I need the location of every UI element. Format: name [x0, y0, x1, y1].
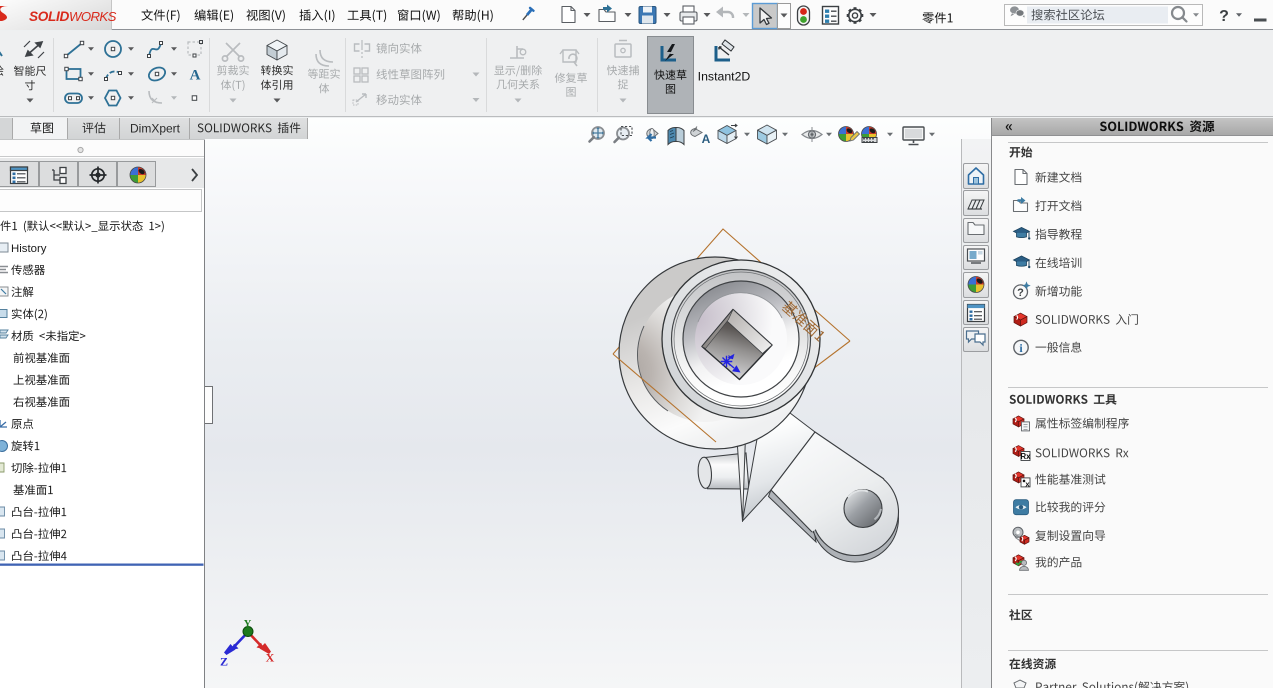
svg-text:SOLID: SOLID [29, 9, 70, 24]
svg-text:Instant2D: Instant2D [698, 69, 751, 83]
svg-text:Z: Z [220, 654, 228, 668]
svg-text:?: ? [1017, 287, 1024, 299]
svg-text:DimXpert: DimXpert [130, 121, 181, 135]
svg-text:A: A [190, 67, 201, 83]
svg-text:A: A [702, 132, 711, 146]
svg-text:?: ? [1219, 8, 1229, 25]
svg-text:Y: Y [244, 619, 252, 630]
svg-text:Rx: Rx [1020, 452, 1031, 461]
svg-text:History: History [11, 243, 47, 255]
svg-text:WORKS: WORKS [69, 9, 117, 24]
svg-text:X: X [266, 650, 275, 664]
